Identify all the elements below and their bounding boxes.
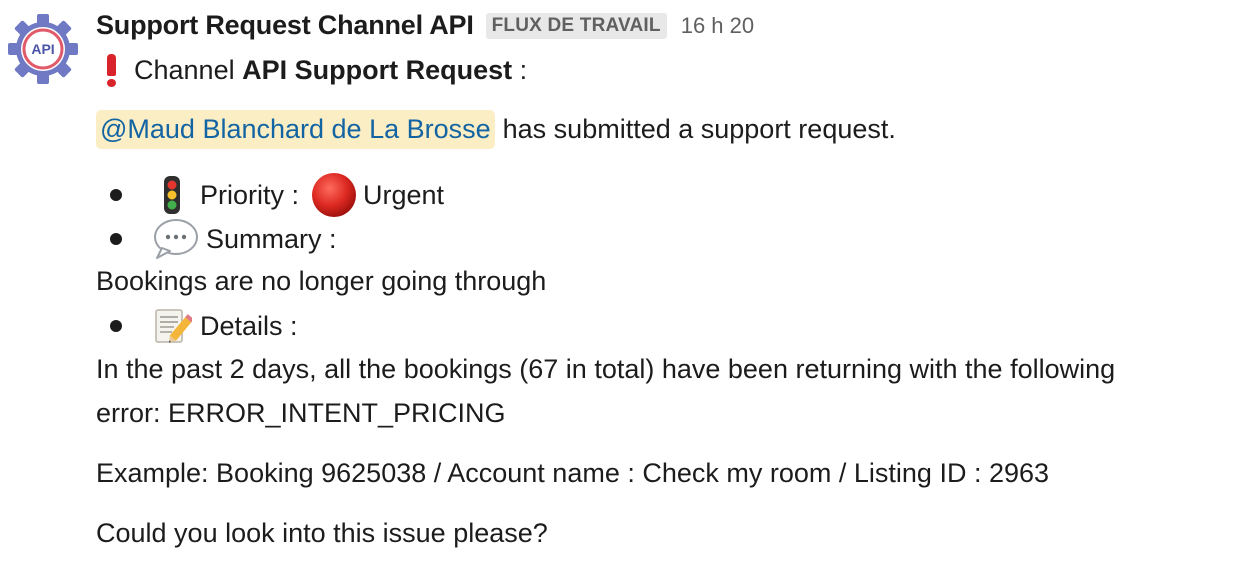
bullet <box>110 189 122 201</box>
summary-item: Summary : <box>110 218 337 260</box>
priority-value: Urgent <box>363 179 445 210</box>
priority-item: Priority : Urgent <box>110 172 444 218</box>
workflow-message: API Support Request Channel API FLUX DE … <box>0 0 1260 568</box>
submitted-text: has submitted a support request. <box>502 114 896 144</box>
title-prefix: Channel <box>134 54 235 85</box>
bullet <box>110 233 122 245</box>
details-line-2: error: ERROR_INTENT_PRICING <box>96 398 506 428</box>
title-channel: API Support Request <box>242 54 513 85</box>
svg-text:API: API <box>31 41 54 57</box>
message-header: Support Request Channel API FLUX DE TRAV… <box>96 10 754 41</box>
summary-text: Bookings are no longer going through <box>96 266 547 296</box>
details-line-1: In the past 2 days, all the bookings (67… <box>96 354 1116 384</box>
closing-text: Could you look into this issue please? <box>96 518 548 548</box>
summary-label: Summary : <box>206 223 337 254</box>
gear-icon: API <box>8 14 78 84</box>
timestamp[interactable]: 16 h 20 <box>681 13 754 39</box>
workflow-badge: FLUX DE TRAVAIL <box>485 12 667 39</box>
exclamation-icon <box>104 54 118 87</box>
priority-label: Priority : <box>200 179 300 210</box>
example-text: Example: Booking 9625038 / Account name … <box>96 458 1050 488</box>
traffic-light-icon <box>164 176 180 214</box>
submitter-line: @Maud Blanchard de La Brosse has submitt… <box>96 110 896 149</box>
bullet <box>110 320 122 332</box>
memo-icon <box>155 309 192 343</box>
sender-name[interactable]: Support Request Channel API <box>96 10 474 41</box>
details-label: Details : <box>200 310 298 341</box>
title-suffix: : <box>519 54 528 85</box>
request-title: Channel API Support Request : <box>96 54 528 87</box>
avatar[interactable]: API <box>6 12 80 86</box>
red-circle-icon <box>312 173 357 217</box>
speech-balloon-icon <box>154 219 198 259</box>
details-item: Details : <box>110 306 298 346</box>
user-mention[interactable]: @Maud Blanchard de La Brosse <box>96 110 495 149</box>
